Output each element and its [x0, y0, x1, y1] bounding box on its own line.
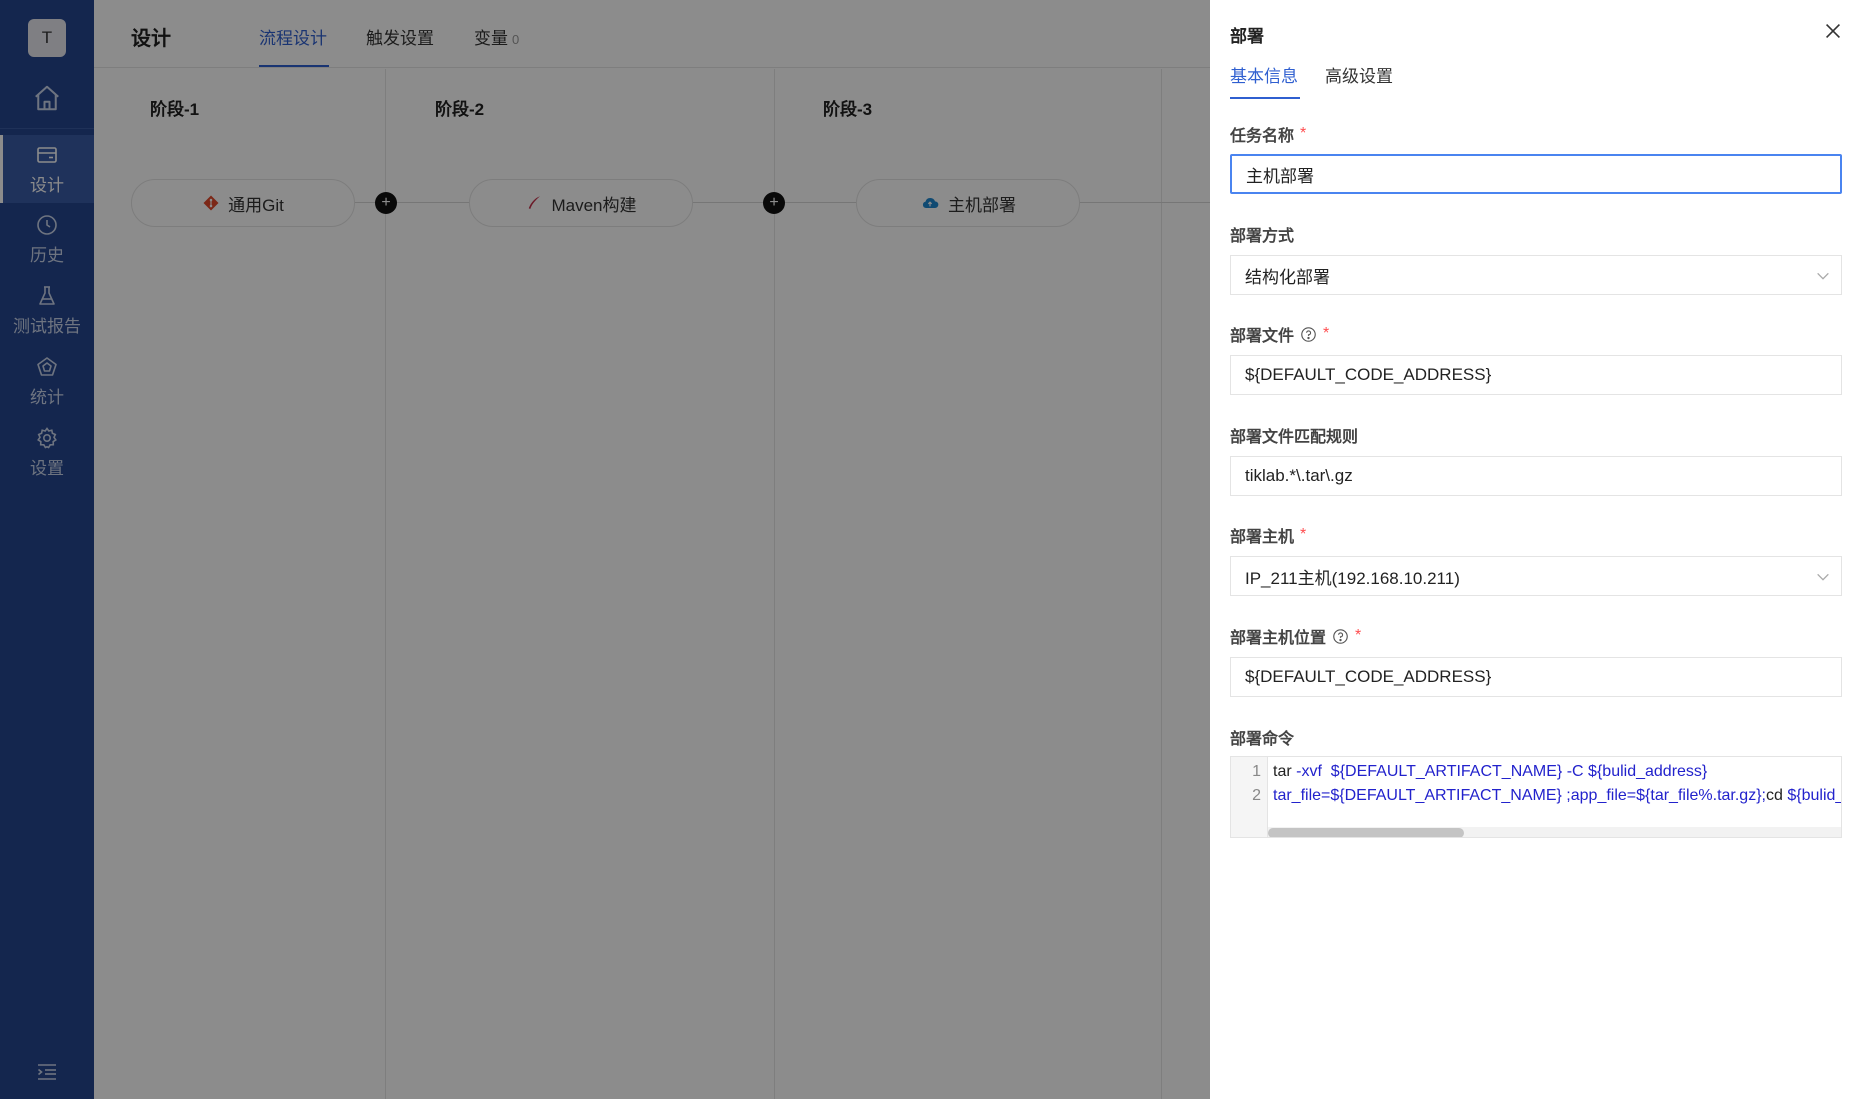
code-token: tar: [1273, 763, 1297, 780]
tab-advanced-settings[interactable]: 高级设置: [1325, 62, 1393, 87]
label-text: 部署文件匹配规则: [1230, 429, 1359, 446]
code-token: -xvf ${DEFAULT_ARTIFACT_NAME} -C ${bulid…: [1296, 763, 1708, 780]
label-text: 任务名称: [1230, 128, 1295, 145]
field-label-match-rule: 部署文件匹配规则: [1230, 423, 1358, 447]
input-value: ${DEFAULT_CODE_ADDRESS}: [1245, 667, 1492, 686]
task-name-input[interactable]: 主机部署: [1230, 154, 1842, 194]
active-tab-indicator: [1230, 97, 1300, 99]
task-config-drawer: 部署 基本信息 高级设置 任务名称 * 主机部署 部署方式 结构化部署 部署文件…: [1210, 0, 1860, 1099]
host-select[interactable]: IP_211主机(192.168.10.211): [1230, 556, 1842, 596]
code-line: tar -xvf ${DEFAULT_ARTIFACT_NAME} -C ${b…: [1273, 763, 1707, 781]
required-mark: *: [1300, 526, 1307, 543]
deploy-mode-select[interactable]: 结构化部署: [1230, 255, 1842, 295]
line-number: 1: [1252, 763, 1261, 780]
field-label-host: 部署主机 *: [1230, 523, 1306, 547]
required-mark: *: [1323, 325, 1330, 342]
select-value: 结构化部署: [1245, 267, 1330, 287]
input-value: ${DEFAULT_CODE_ADDRESS}: [1245, 365, 1492, 384]
code-token: ${bulid_address}/${app_file}: [1787, 787, 1841, 804]
field-label-deploy-mode: 部署方式: [1230, 222, 1294, 246]
input-value: tiklab.*\.tar\.gz: [1245, 466, 1353, 485]
line-number-gutter: 1 2: [1231, 757, 1268, 837]
chevron-down-icon: [1817, 573, 1829, 581]
host-location-input[interactable]: ${DEFAULT_CODE_ADDRESS}: [1230, 657, 1842, 697]
chevron-down-icon: [1817, 272, 1829, 280]
code-line: tar_file=${DEFAULT_ARTIFACT_NAME} ;app_f…: [1273, 787, 1841, 805]
line-number: 2: [1252, 787, 1261, 804]
label-text: 部署方式: [1230, 228, 1295, 245]
drawer-title: 部署: [1230, 27, 1264, 46]
label-text: 部署主机位置: [1230, 630, 1327, 647]
required-mark: *: [1300, 125, 1307, 142]
label-text: 部署文件: [1230, 328, 1295, 345]
label-text: 部署主机: [1230, 529, 1295, 546]
horizontal-scrollbar[interactable]: [1268, 828, 1464, 837]
label-text: 部署命令: [1230, 731, 1295, 748]
select-value: IP_211主机(192.168.10.211): [1245, 568, 1460, 588]
help-icon[interactable]: [1300, 326, 1317, 343]
field-label-host-location: 部署主机位置 *: [1230, 624, 1361, 648]
deploy-file-input[interactable]: ${DEFAULT_CODE_ADDRESS}: [1230, 355, 1842, 395]
field-label-command: 部署命令: [1230, 725, 1294, 749]
code-token: tar_file=${DEFAULT_ARTIFACT_NAME} ;app_f…: [1273, 787, 1766, 804]
field-label-task-name: 任务名称 *: [1230, 122, 1306, 146]
modal-overlay[interactable]: [0, 0, 1210, 1099]
close-icon[interactable]: [1822, 20, 1844, 42]
tab-basic-info[interactable]: 基本信息: [1230, 62, 1298, 87]
code-token: cd: [1766, 787, 1788, 804]
help-icon[interactable]: [1332, 628, 1349, 645]
required-mark: *: [1355, 627, 1362, 644]
input-value: 主机部署: [1246, 166, 1314, 186]
match-rule-input[interactable]: tiklab.*\.tar\.gz: [1230, 456, 1842, 496]
command-code-editor[interactable]: 1 2 tar -xvf ${DEFAULT_ARTIFACT_NAME} -C…: [1230, 756, 1842, 838]
field-label-deploy-file: 部署文件 *: [1230, 322, 1329, 346]
